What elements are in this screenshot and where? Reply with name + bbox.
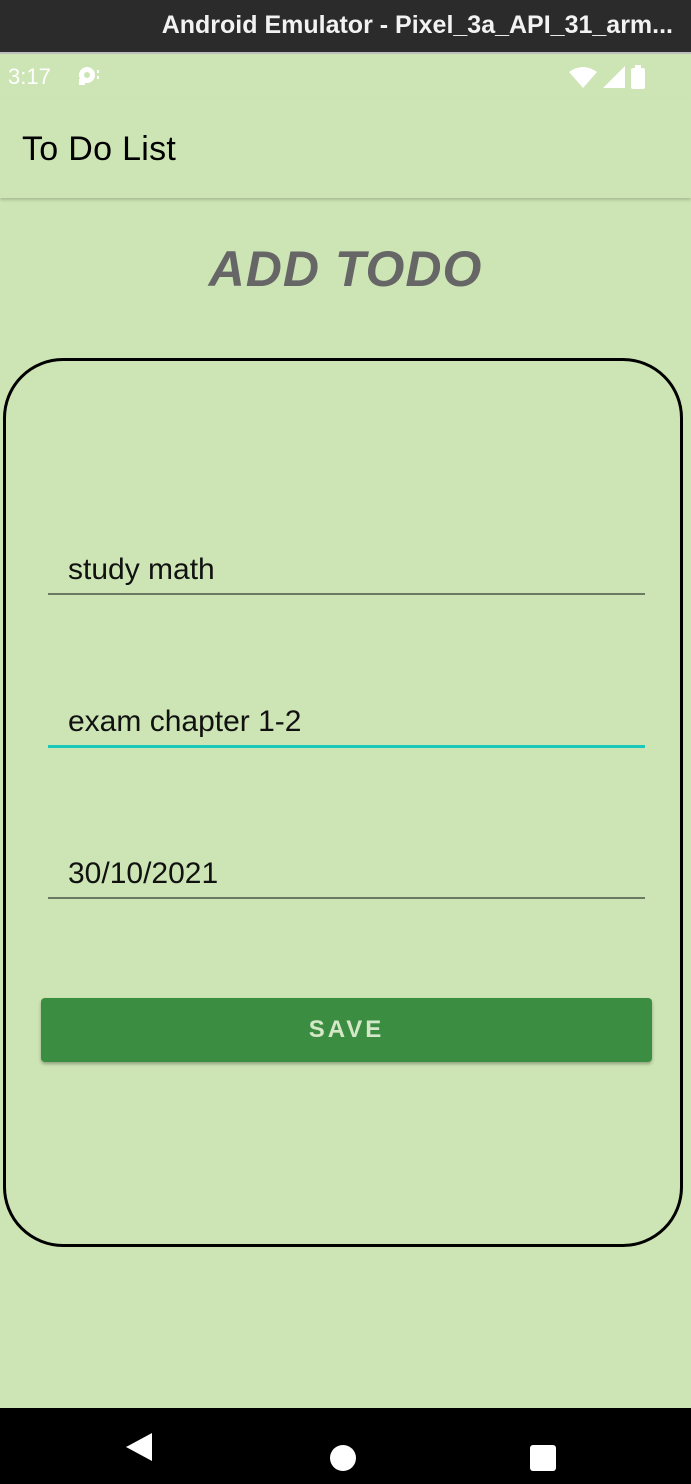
save-button[interactable]: SAVE [41,998,652,1062]
todo-description-value: exam chapter 1-2 [68,705,302,738]
todo-description-field[interactable]: exam chapter 1-2 [48,705,645,748]
todo-date-field[interactable]: 30/10/2021 [48,857,645,899]
home-icon[interactable] [330,1445,356,1471]
todo-date-value: 30/10/2021 [68,857,219,890]
status-icons [569,65,645,95]
emulator-window-title: Android Emulator - Pixel_3a_API_31_arm..… [161,11,673,39]
add-todo-form-card: study math exam chapter 1-2 30/10/2021 S… [3,358,683,1247]
emulator-title-bar: Android Emulator - Pixel_3a_API_31_arm..… [0,0,691,54]
system-nav-bar [0,1408,691,1484]
notification-icon [76,64,102,94]
screen-heading: ADD TODO [208,241,483,297]
signal-icon [603,66,625,94]
app-title: To Do List [22,130,177,168]
battery-icon [631,65,645,95]
wifi-icon [569,66,597,94]
status-bar: 3:17 [0,56,691,98]
todo-title-field[interactable]: study math [48,553,645,595]
recents-icon[interactable] [530,1445,556,1471]
todo-title-value: study math [68,553,215,586]
back-icon[interactable] [126,1433,152,1466]
status-time: 3:17 [8,64,51,89]
app-bar: To Do List [0,98,691,198]
